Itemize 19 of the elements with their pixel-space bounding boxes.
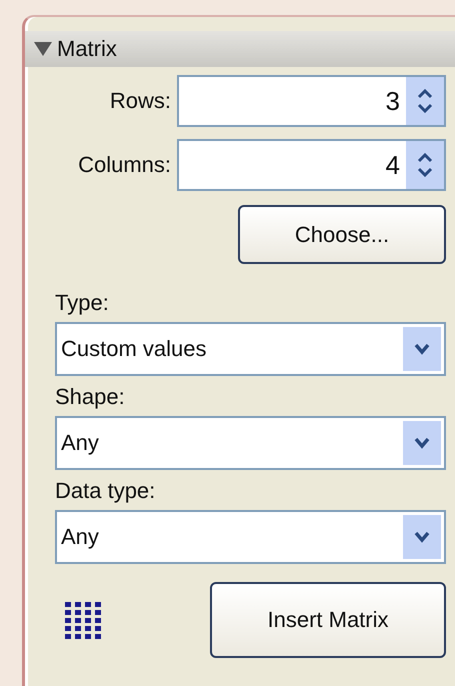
field-label: Data type: — [55, 478, 156, 504]
matrix-grid-icon — [65, 602, 101, 638]
field-label: Type: — [55, 290, 110, 316]
chevron-down-icon — [414, 437, 430, 449]
choose-button[interactable]: Choose... — [238, 205, 446, 264]
dropdown[interactable]: Any — [55, 416, 446, 470]
spinner-field[interactable]: 4 — [177, 139, 446, 191]
collapse-triangle-icon — [33, 41, 53, 57]
insert-matrix-button[interactable]: Insert Matrix — [210, 582, 446, 658]
chevron-down-icon — [414, 531, 430, 543]
panel-header[interactable]: Matrix — [25, 31, 455, 67]
panel-title: Matrix — [57, 36, 117, 62]
spinner-field[interactable]: 3 — [177, 75, 446, 127]
dropdown[interactable]: Custom values — [55, 322, 446, 376]
field-label: Shape: — [55, 384, 126, 410]
chevron-down-icon — [414, 343, 430, 355]
dropdown[interactable]: Any — [55, 510, 446, 564]
field-label: Columns: — [77, 152, 171, 178]
field-label: Rows: — [108, 88, 171, 114]
